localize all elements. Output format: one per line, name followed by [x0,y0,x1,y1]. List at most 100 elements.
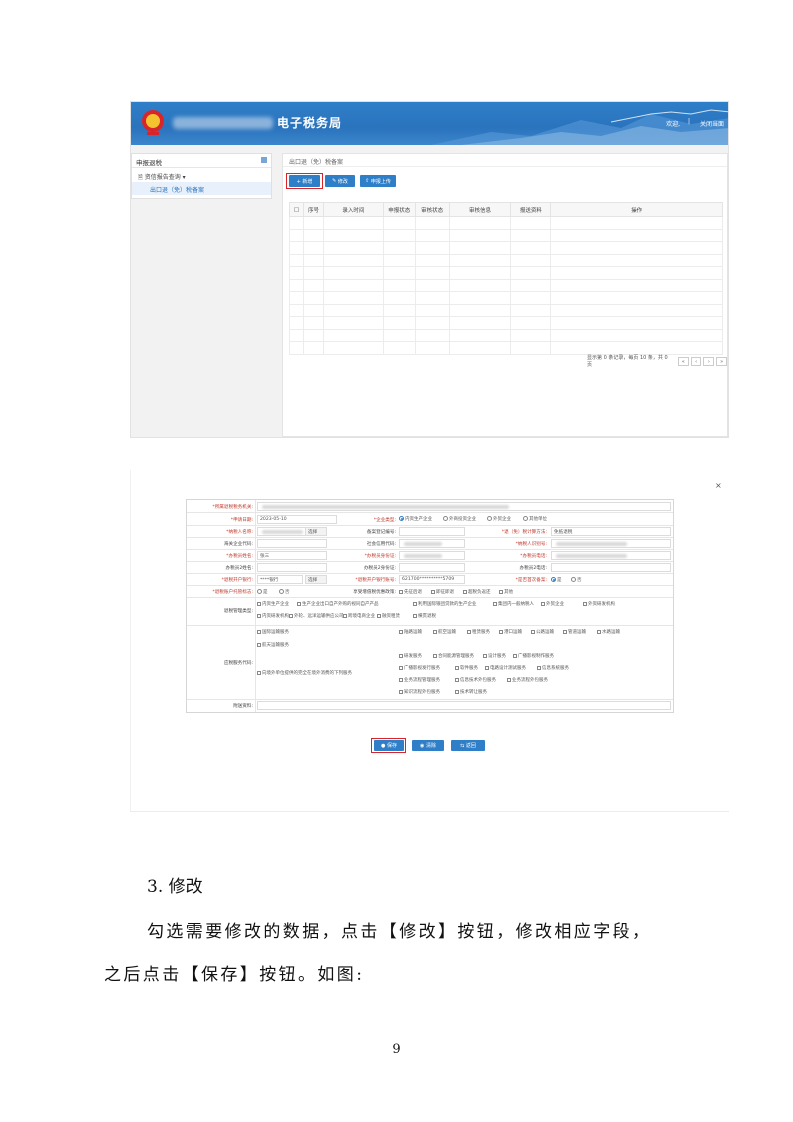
menu-toggle-icon[interactable] [261,157,267,163]
table-cell [448,303,512,317]
mgmt-option[interactable]: 集团内一般纳税人 [493,601,534,607]
sidebar-group[interactable]: 🗎 资信报告查询 ▾ [132,168,271,182]
column-header[interactable]: □ [289,202,304,217]
table-cell [550,228,723,242]
table-cell [382,303,416,317]
save-button[interactable]: ● 保存 [374,740,404,751]
service-option[interactable]: 港口运输 [499,629,522,635]
mgmt-option[interactable]: 融资租赁 [377,613,400,619]
mgmt-option[interactable]: 内资生产企业 [257,601,289,607]
enterprise-type-option[interactable]: 外商投资企业 [443,516,476,522]
table-cell [510,316,552,330]
first-filing-no[interactable]: 否 [571,577,582,583]
add-button[interactable]: + 新增 [289,175,320,187]
service-option[interactable]: 业务流程管理服务 [399,677,440,683]
enterprise-type-option[interactable]: 内资生产企业 [399,516,432,522]
table-cell [382,216,416,230]
special-policy-option[interactable]: 即征即退 [431,589,454,595]
service-option[interactable]: 管道运输 [563,629,586,635]
service-option[interactable]: 电路设计测试服务 [485,665,526,671]
table-cell [550,291,723,305]
table-cell [448,278,512,292]
special-policy-option[interactable]: 其他 [499,589,513,595]
column-header: 审核状态 [414,202,450,217]
service-option[interactable]: 信息技术外包服务 [455,677,496,683]
bank-input[interactable]: ****银行 [257,575,303,584]
mgmt-option[interactable]: 生产企业出口自产外购的视同自产产品 [297,601,379,607]
agent-id-input[interactable] [399,551,465,560]
service-option[interactable]: 水路运输 [597,629,620,635]
service-option[interactable]: 业务流程外包服务 [507,677,548,683]
mgmt-option[interactable]: 利用国际银团贷款的生产企业 [413,601,477,607]
first-filing-yes[interactable]: 是 [551,577,562,583]
bank-select-button[interactable]: 选择 [305,575,327,584]
authority-select[interactable] [257,502,671,511]
service-option[interactable]: 信息系统服务 [537,665,569,671]
service-option[interactable]: 航空运输 [433,629,456,635]
enterprise-type-label: *企业类型: [373,518,396,523]
enterprise-type-option[interactable]: 外贸企业 [487,516,511,522]
column-header: 申报状态 [382,202,416,217]
last-page-button[interactable]: » [716,356,727,366]
refund-method-select[interactable]: 免抵退税 [551,527,671,536]
service-option[interactable]: 广播影视发行服务 [399,665,440,671]
enterprise-type-option[interactable]: 其他单位 [523,516,547,522]
close-page-link[interactable]: 关闭当面 [700,119,724,128]
first-page-button[interactable]: « [677,356,689,366]
service-option[interactable]: 国际运输服务 [257,629,289,635]
service-option[interactable]: 研发服务 [399,653,422,659]
table-cell [550,278,723,292]
special-policy-option[interactable]: 超税负返还 [463,589,491,595]
upload-button-label: 申报上传 [370,178,391,185]
agent2-phone-input[interactable] [551,563,671,572]
agent-flag-no[interactable]: 否 [279,589,290,595]
account-input[interactable]: 621700**********5709 [399,575,465,584]
credit-code-input[interactable] [399,539,465,548]
agent-phone-input[interactable] [551,551,671,560]
sidebar-group-label: 资信报告查询 ▾ [144,174,186,181]
service-option[interactable]: 广播影视制作服务 [513,653,554,659]
agent-flag-yes[interactable]: 是 [257,589,268,595]
mgmt-option[interactable]: 外资研发机构 [583,601,615,607]
customs-code-input[interactable] [257,539,327,548]
service-option[interactable]: 向境外单位提供的完全在境外消费的下列服务 [257,670,352,676]
special-policy-option[interactable]: 先征后退 [399,589,422,595]
service-option[interactable]: 技术转让服务 [455,689,487,695]
sidebar: 申报退税 🗎 资信报告查询 ▾ 出口退（免）税备案 [131,153,272,199]
clear-button[interactable]: ◉ 清除 [412,740,444,751]
service-option[interactable]: 航天运输服务 [257,642,289,648]
agent2-name-input[interactable] [257,563,327,572]
mgmt-option[interactable]: 外轮、远洋运输供应公司 [289,613,344,619]
mgmt-option[interactable]: 内资研发机构 [257,613,289,619]
upload-button[interactable]: ⇧ 申报上传 [360,175,396,187]
service-option[interactable]: 租赁服务 [467,629,490,635]
modify-button[interactable]: ✎ 修改 [325,175,355,187]
select-button[interactable]: 选择 [305,527,327,536]
back-button[interactable]: ⇆ 返回 [451,740,485,751]
mgmt-option[interactable]: 横贯退税 [413,613,436,619]
table-cell [448,328,512,342]
agent2-id-input[interactable] [399,563,465,572]
table-cell [382,241,416,255]
sidebar-item-filing[interactable]: 出口退（免）税备案 [132,182,271,195]
dialog-close-icon[interactable]: × [715,481,722,490]
next-page-button[interactable]: › [703,356,715,366]
table-cell [289,316,304,330]
service-option[interactable]: 公路运输 [531,629,554,635]
service-option[interactable]: 知识流程外包服务 [399,689,440,695]
apply-date-input[interactable]: 2023-05-10 [257,515,337,524]
taxpayer-name-label: *纳税人名称: [226,530,253,535]
mgmt-option[interactable]: 跨境电商企业 [343,613,375,619]
breadcrumb: 出口退（免）税备案 [283,154,727,167]
agent2-phone-label: 办税员2电话: [519,566,547,571]
attachments-input[interactable] [257,701,671,710]
agent-name-input[interactable]: 张三 [257,551,327,560]
service-option[interactable]: 软件服务 [455,665,478,671]
mgmt-option[interactable]: 外贸企业 [541,601,564,607]
prev-page-button[interactable]: ‹ [690,356,702,366]
service-option[interactable]: 设计服务 [483,653,506,659]
taxpayer-id-input[interactable] [551,539,671,548]
service-option[interactable]: 陆路运输 [399,629,422,635]
filing-no-input[interactable] [399,527,465,536]
service-option[interactable]: 合同能源管理服务 [433,653,474,659]
